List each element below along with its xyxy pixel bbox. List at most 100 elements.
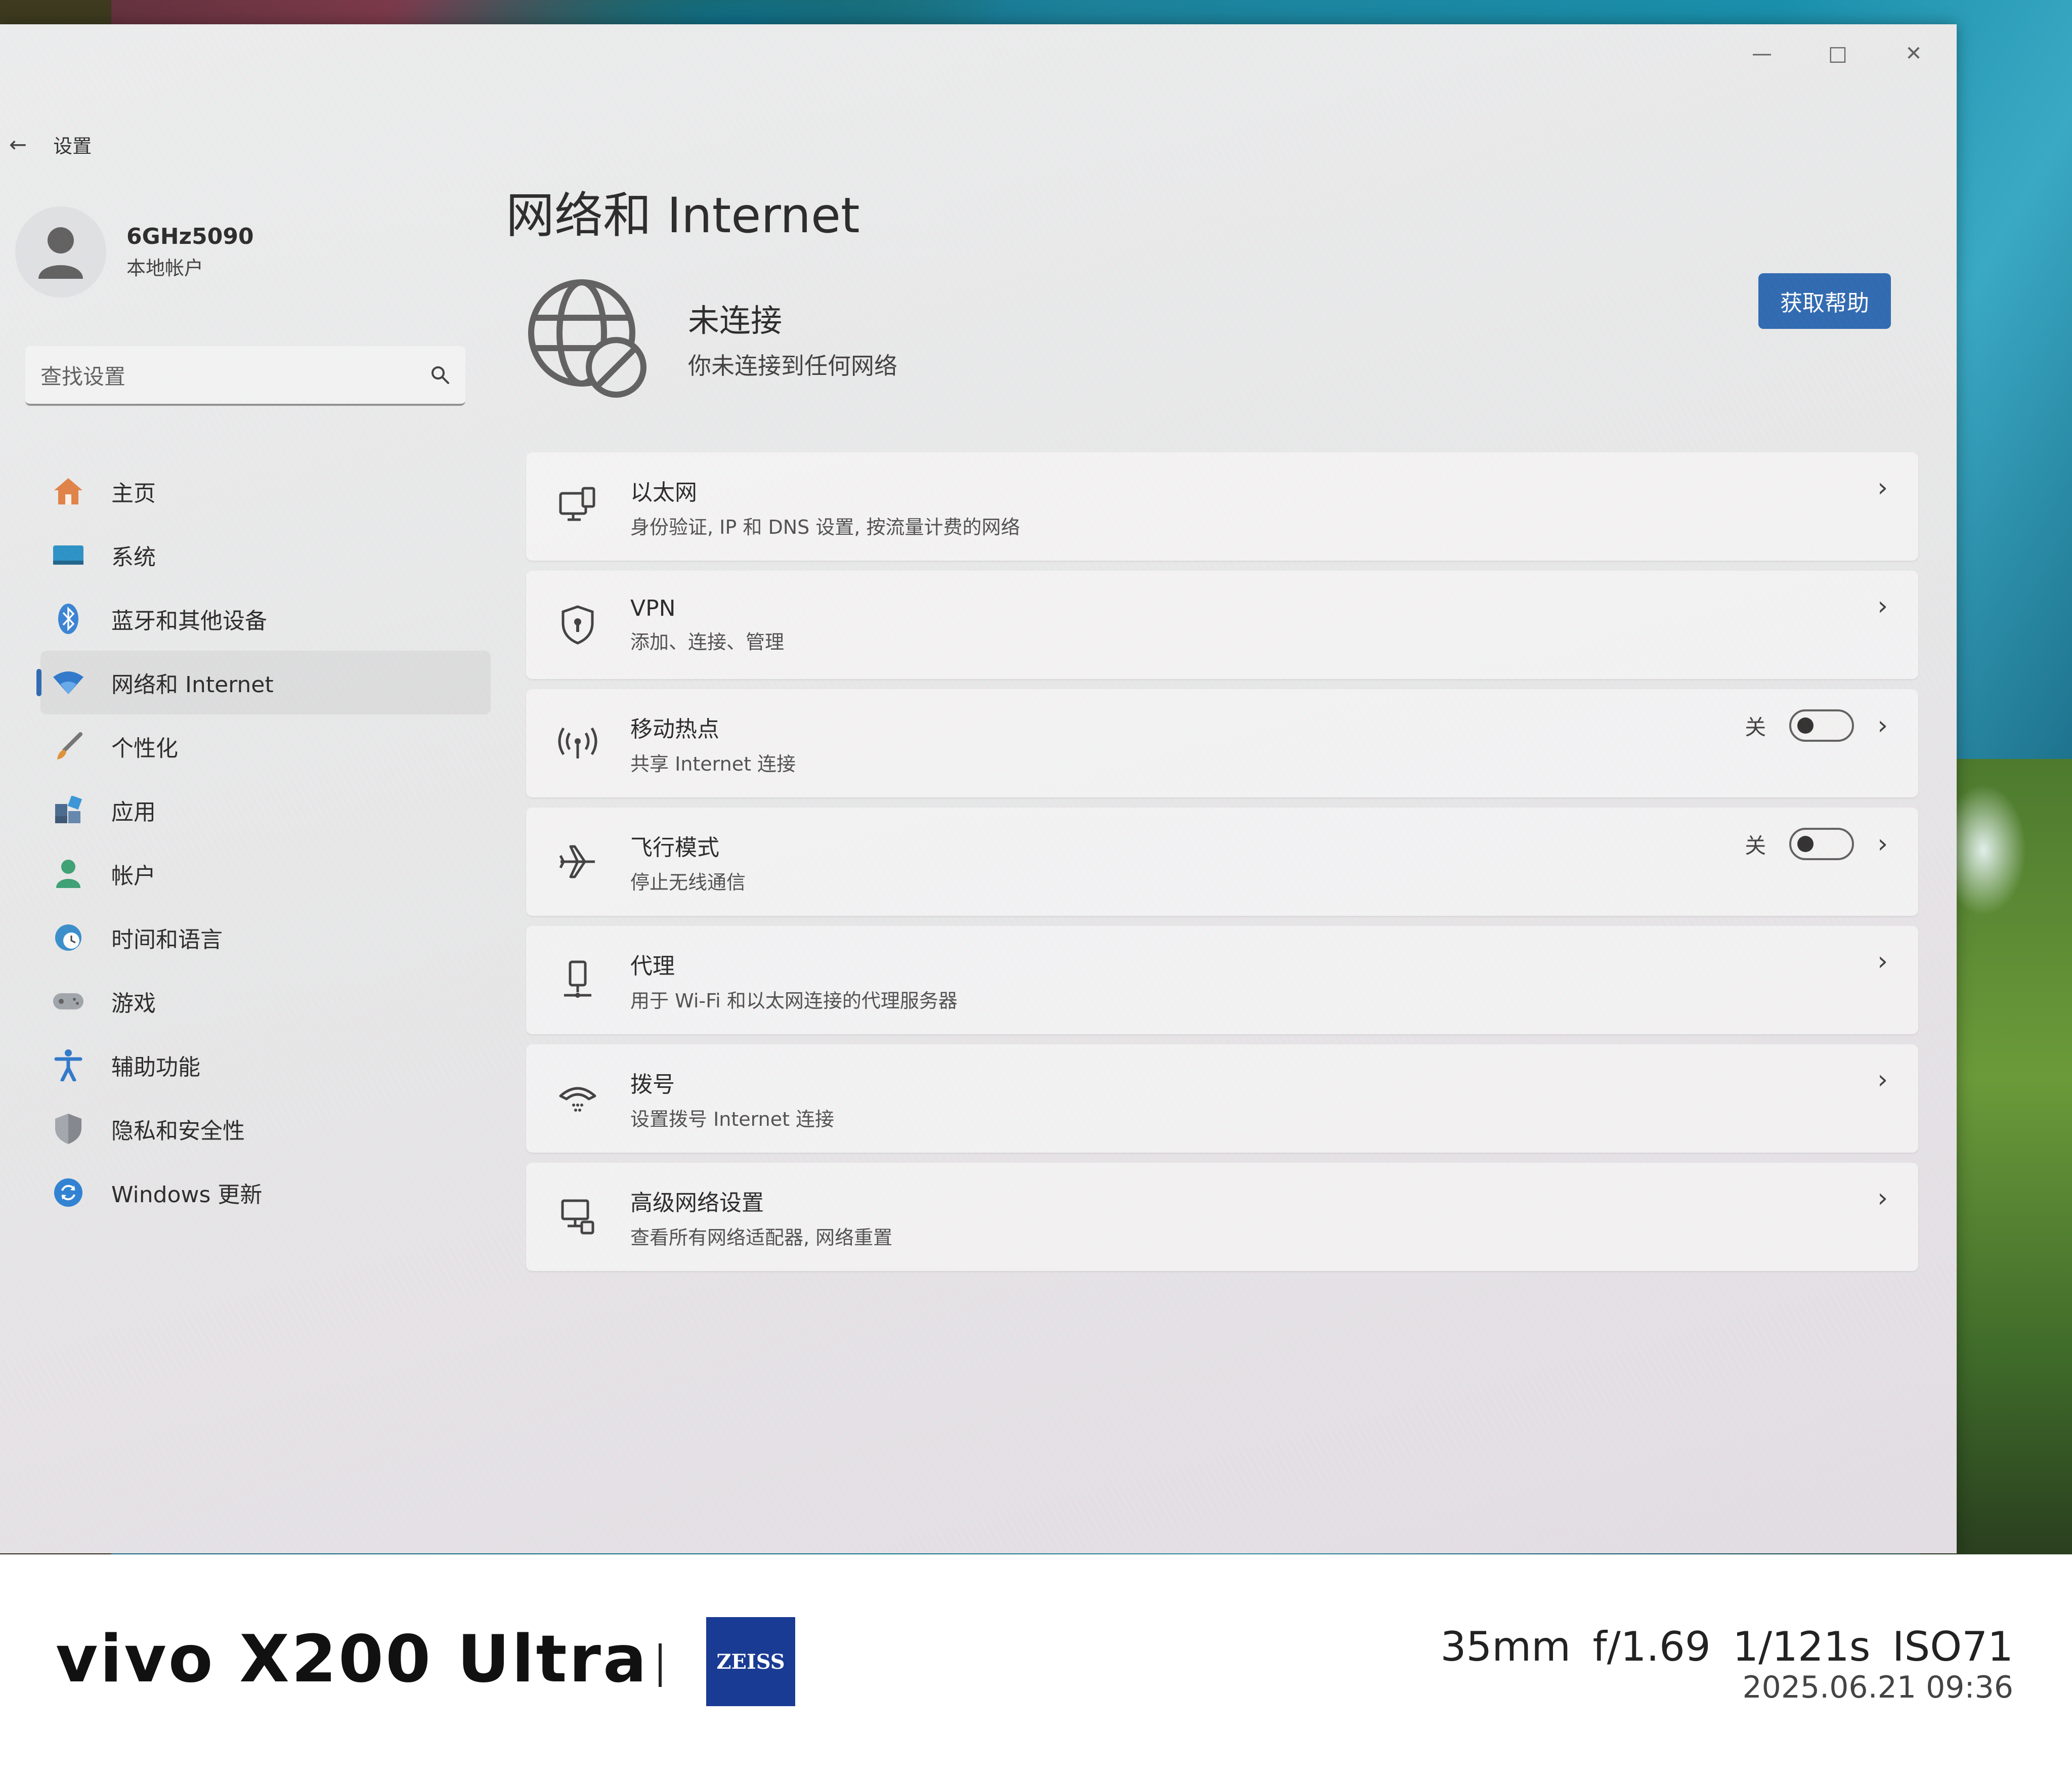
card-ethernet[interactable]: 以太网 身份验证, IP 和 DNS 设置, 按流量计费的网络 › [526,452,1918,561]
sidebar-item-apps[interactable]: 应用 [40,778,491,842]
zeiss-logo-text: ZEISS [716,1649,785,1674]
status-title: 未连接 [688,302,783,339]
back-arrow-icon[interactable]: ← [9,132,27,157]
card-subtitle: 设置拨号 Internet 连接 [630,1108,835,1130]
minimize-icon[interactable]: — [1739,38,1785,69]
card-text: 拨号 设置拨号 Internet 连接 [630,1066,834,1131]
chevron-right-icon[interactable]: › [1877,946,1888,977]
card-dialup[interactable]: 拨号 设置拨号 Internet 连接 › [526,1044,1918,1153]
settings-cards: 以太网 身份验证, IP 和 DNS 设置, 按流量计费的网络 › VPN 添加… [526,452,1918,1281]
gamepad-icon [51,984,86,1019]
camera-params: 35mm f/1.69 1/121s ISO71 [1440,1623,2013,1670]
sidebar-item-windows-update[interactable]: Windows 更新 [40,1161,491,1224]
vpn-shield-icon [552,600,603,650]
sidebar-item-system[interactable]: 系统 [40,523,491,587]
chevron-right-icon[interactable]: › [1877,829,1888,859]
card-actions: › [1877,473,1888,503]
watermark-divider [659,1643,662,1687]
chevron-right-icon[interactable]: › [1877,1065,1888,1095]
card-title: VPN [630,596,676,621]
clock-globe-icon [51,920,86,955]
card-subtitle: 停止无线通信 [630,871,746,894]
card-title: 移动热点 [630,716,719,742]
sidebar-item-label: 应用 [111,799,156,825]
card-actions: › [1877,1183,1888,1213]
window-title: 设置 [53,135,92,157]
sidebar-nav: 主页 系统 蓝牙和其他设备 网络和 Internet 个性化 应用 帐户 时间和… [36,459,491,1224]
avatar [15,206,106,298]
card-title: 高级网络设置 [630,1190,764,1216]
card-text: 代理 用于 Wi-Fi 和以太网连接的代理服务器 [630,948,958,1013]
sidebar-item-home[interactable]: 主页 [40,459,491,523]
close-icon[interactable]: ✕ [1891,38,1936,69]
sidebar-item-accessibility[interactable]: 辅助功能 [40,1033,491,1097]
sidebar-item-label: 游戏 [111,991,156,1017]
home-icon [51,474,86,509]
settings-window: — □ ✕ ← 设置 6GHz5090 本地帐户 查找设置 主页 系统 蓝牙和其… [0,24,1957,1553]
zeiss-logo: ZEISS [706,1617,795,1706]
toggle-state-label: 关 [1745,714,1766,740]
sidebar-item-privacy[interactable]: 隐私和安全性 [40,1097,491,1161]
sidebar-item-label: 系统 [111,544,156,570]
account-type: 本地帐户 [126,257,204,279]
card-airplane-mode[interactable]: 飞行模式 停止无线通信 关 › [526,808,1918,916]
status-text: 未连接 你未连接到任何网络 [688,295,897,381]
card-title: 拨号 [630,1071,675,1097]
toggle-state-label: 关 [1745,833,1766,858]
hotspot-toggle[interactable] [1789,709,1854,742]
chevron-right-icon[interactable]: › [1877,473,1888,503]
titlebar: ← 设置 [9,131,92,158]
search-icon[interactable] [430,365,450,385]
card-text: 高级网络设置 查看所有网络适配器, 网络重置 [630,1184,892,1250]
maximize-icon[interactable]: □ [1815,38,1861,69]
connection-status: 未连接 你未连接到任何网络 [526,277,897,399]
sidebar-item-accounts[interactable]: 帐户 [40,842,491,906]
bluetooth-icon [51,601,86,637]
sidebar-item-gaming[interactable]: 游戏 [40,969,491,1033]
sidebar-item-label: 网络和 Internet [111,672,274,698]
airplane-mode-toggle[interactable] [1789,828,1854,860]
card-actions: 关 › [1745,828,1888,860]
card-text: 以太网 身份验证, IP 和 DNS 设置, 按流量计费的网络 [630,474,1020,539]
card-advanced-network[interactable]: 高级网络设置 查看所有网络适配器, 网络重置 › [526,1163,1918,1271]
update-icon [51,1175,86,1210]
card-subtitle: 用于 Wi-Fi 和以太网连接的代理服务器 [630,989,958,1012]
search-input[interactable]: 查找设置 [25,346,465,406]
card-vpn[interactable]: VPN 添加、连接、管理 › [526,571,1918,679]
dialup-icon [552,1073,603,1124]
card-actions: › [1877,591,1888,621]
sidebar-item-label: 隐私和安全性 [111,1118,245,1144]
system-icon [51,537,86,573]
user-profile[interactable]: 6GHz5090 本地帐户 [15,206,254,298]
card-text: 飞行模式 停止无线通信 [630,829,746,895]
sidebar-item-label: 主页 [111,481,156,506]
chevron-right-icon[interactable]: › [1877,1183,1888,1213]
sidebar-item-personalization[interactable]: 个性化 [40,714,491,778]
sidebar-item-label: Windows 更新 [111,1182,263,1208]
card-title: 飞行模式 [630,834,719,861]
card-subtitle: 添加、连接、管理 [630,631,785,653]
get-help-button[interactable]: 获取帮助 [1758,273,1891,329]
sidebar-item-label: 辅助功能 [111,1054,200,1080]
camera-brand: vivo X200 Ultra [56,1622,649,1697]
sidebar-item-bluetooth[interactable]: 蓝牙和其他设备 [40,587,491,651]
card-proxy[interactable]: 代理 用于 Wi-Fi 和以太网连接的代理服务器 › [526,926,1918,1034]
apps-icon [51,792,86,828]
card-mobile-hotspot[interactable]: 移动热点 共享 Internet 连接 关 › [526,689,1918,797]
globe-disconnected-icon [528,279,646,398]
card-subtitle: 身份验证, IP 和 DNS 设置, 按流量计费的网络 [630,516,1020,538]
accessibility-icon [51,1047,86,1083]
person-icon [38,227,83,279]
sidebar-item-label: 蓝牙和其他设备 [111,608,267,634]
chevron-right-icon[interactable]: › [1877,591,1888,621]
card-text: 移动热点 共享 Internet 连接 [630,711,796,776]
sidebar-item-time-language[interactable]: 时间和语言 [40,906,491,969]
airplane-icon [552,836,603,887]
advanced-network-icon [552,1192,603,1242]
chevron-right-icon[interactable]: › [1877,710,1888,741]
caption-buttons: — □ ✕ [1739,38,1936,69]
card-actions: 关 › [1745,709,1888,742]
sidebar-item-network[interactable]: 网络和 Internet [36,651,491,714]
search-placeholder: 查找设置 [40,364,126,389]
user-name: 6GHz5090 [126,224,254,249]
